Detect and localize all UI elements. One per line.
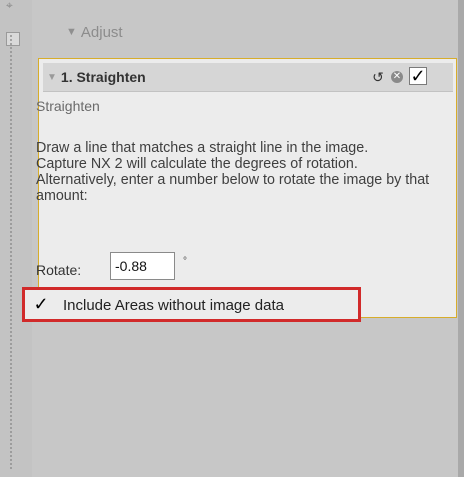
include-areas-row[interactable]: ✓ Include Areas without image data xyxy=(22,287,361,322)
rotate-label: Rotate: xyxy=(36,262,82,278)
apply-step-checkbox[interactable]: ✓ xyxy=(409,67,427,85)
step-title[interactable]: ▼ 1. Straighten xyxy=(47,69,146,85)
scrollbar-track[interactable] xyxy=(458,0,464,477)
panel-side-strip: ⌖ xyxy=(0,0,32,477)
straighten-step-header[interactable]: ▼ 1. Straighten ↺ ✕ ✓ xyxy=(43,63,453,92)
delete-icon[interactable]: ✕ xyxy=(391,71,403,83)
degree-unit: ° xyxy=(183,256,187,267)
reset-icon[interactable]: ↺ xyxy=(371,70,385,84)
pin-icon[interactable]: ⌖ xyxy=(6,0,20,12)
step-name: Straighten xyxy=(36,98,100,114)
step-title-label: 1. Straighten xyxy=(60,69,146,85)
resize-grip[interactable] xyxy=(9,34,13,470)
adjust-section-header[interactable]: ▼ Adjust xyxy=(66,20,123,44)
rotate-input[interactable] xyxy=(110,252,175,280)
include-areas-label[interactable]: Include Areas without image data xyxy=(63,297,284,314)
collapse-triangle-icon[interactable]: ▼ xyxy=(47,72,57,83)
adjust-title: Adjust xyxy=(80,23,123,41)
instructions-text: Draw a line that matches a straight line… xyxy=(36,140,430,204)
expand-triangle-icon[interactable]: ▼ xyxy=(66,26,77,38)
include-areas-checkbox[interactable]: ✓ xyxy=(33,295,49,313)
